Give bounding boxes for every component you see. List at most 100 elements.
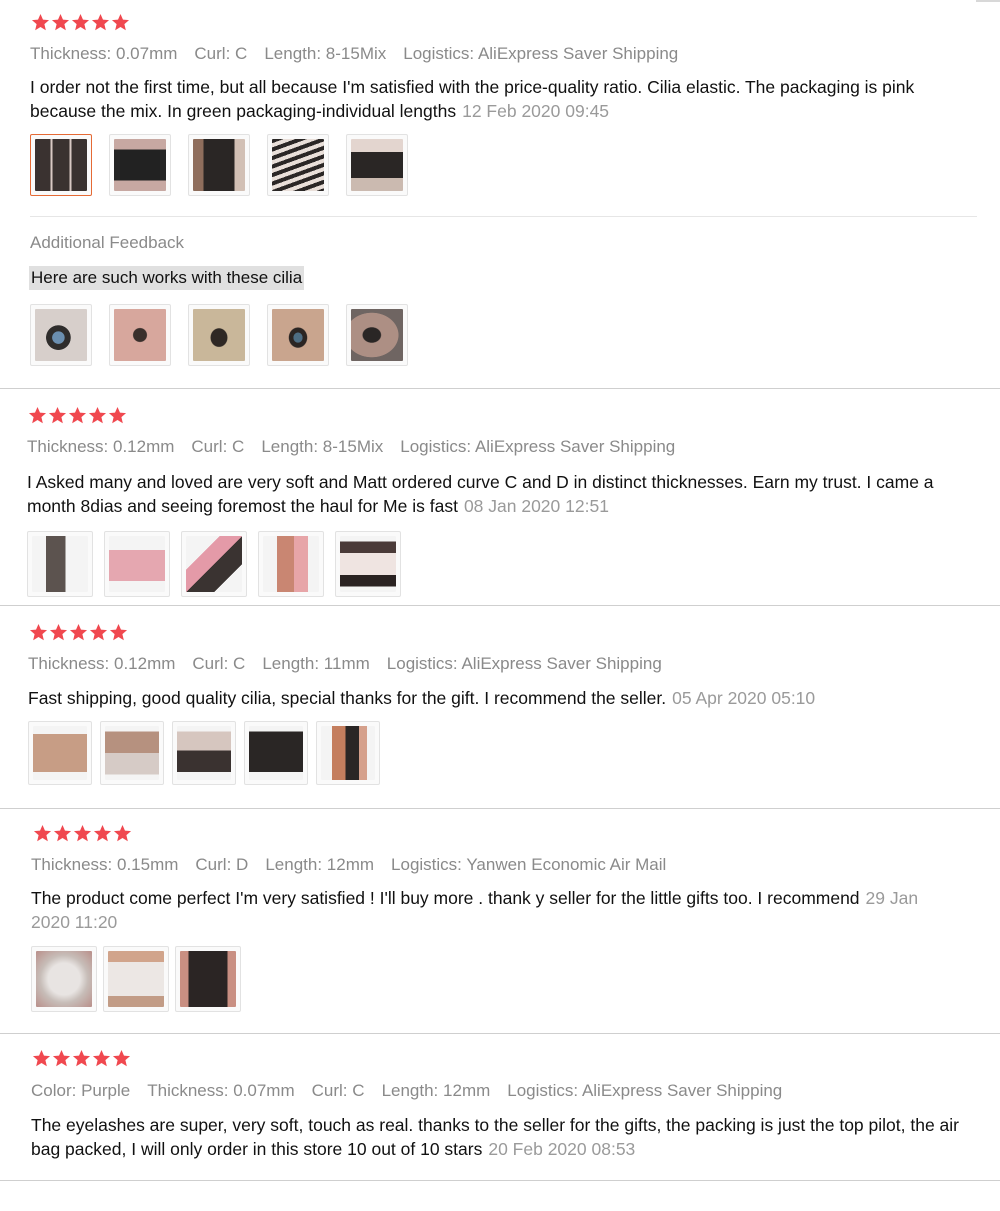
attr-length: Length: 8-15Mix [261, 437, 384, 456]
attr-thickness: Thickness: 0.07mm [30, 44, 178, 63]
star-icon [68, 406, 88, 426]
attr-length: Length: 11mm [262, 654, 370, 673]
attr-curl: Curl: C [192, 654, 246, 673]
star-icon [32, 1049, 52, 1069]
review-photo-thumb[interactable] [244, 721, 308, 785]
star-icon [28, 406, 48, 426]
review-photo-thumb[interactable] [103, 946, 169, 1012]
additional-photo-thumb[interactable] [109, 304, 171, 366]
attr-logistics: Logistics: Yanwen Economic Air Mail [391, 855, 667, 874]
star-icon [112, 1049, 132, 1069]
review-photo-thumb[interactable] [109, 134, 171, 196]
review-photo-thumb[interactable] [104, 531, 170, 597]
star-icon [92, 1049, 112, 1069]
review-date: 20 Feb 2020 08:53 [488, 1139, 636, 1159]
review-photo-thumb[interactable] [100, 721, 164, 785]
review-photo-thumb[interactable] [346, 134, 408, 196]
review-attributes: Thickness: 0.12mm Curl: C Length: 8-15Mi… [27, 437, 692, 457]
review-photos [31, 946, 247, 1012]
star-icon [69, 623, 89, 643]
star-icon [49, 623, 69, 643]
attr-curl: Curl: C [194, 44, 248, 63]
attr-thickness: Thickness: 0.12mm [27, 437, 175, 456]
attr-length: Length: 12mm [381, 1081, 491, 1100]
review-photo-thumb[interactable] [188, 134, 250, 196]
star-icon [72, 1049, 92, 1069]
additional-photos [30, 304, 425, 366]
star-icon [53, 824, 73, 844]
rating-stars [33, 824, 133, 844]
attr-thickness: Thickness: 0.07mm [147, 1081, 295, 1100]
review-date: 12 Feb 2020 09:45 [462, 101, 610, 121]
rating-stars [31, 13, 131, 33]
review-photos [28, 721, 388, 785]
attr-length: Length: 8-15Mix [264, 44, 387, 63]
rating-stars [28, 406, 128, 426]
attr-logistics: Logistics: AliExpress Saver Shipping [403, 44, 679, 63]
additional-feedback-title: Additional Feedback [30, 233, 185, 252]
additional-photo-thumb[interactable] [267, 304, 329, 366]
star-icon [73, 824, 93, 844]
star-icon [93, 824, 113, 844]
additional-feedback-text: Here are such works with these cilia [29, 266, 305, 290]
attr-thickness: Thickness: 0.12mm [28, 654, 176, 673]
scrollbar-mark[interactable] [976, 0, 1000, 2]
review-text: I Asked many and loved are very soft and… [27, 472, 934, 516]
attr-curl: Curl: C [311, 1081, 365, 1100]
star-icon [33, 824, 53, 844]
review-separator [0, 388, 1000, 389]
review-text: Fast shipping, good quality cilia, speci… [28, 688, 816, 708]
rating-stars [32, 1049, 132, 1069]
star-icon [29, 623, 49, 643]
star-icon [89, 623, 109, 643]
review-text: The product come perfect I'm very satisf… [31, 888, 919, 932]
star-icon [31, 13, 51, 33]
review-date: 05 Apr 2020 05:10 [672, 688, 816, 708]
review-separator [0, 808, 1000, 809]
additional-photo-thumb[interactable] [188, 304, 250, 366]
review-photo-thumb[interactable] [181, 531, 247, 597]
star-icon [71, 13, 91, 33]
review-photos [30, 134, 425, 196]
review-photo-thumb[interactable] [27, 531, 93, 597]
review-photo-thumb[interactable] [335, 531, 401, 597]
review-photo-thumb[interactable] [175, 946, 241, 1012]
review-photo-thumb[interactable] [28, 721, 92, 785]
review-photo-thumb[interactable] [267, 134, 329, 196]
attr-color: Color: Purple [31, 1081, 131, 1100]
attr-length: Length: 12mm [265, 855, 375, 874]
review-date: 08 Jan 2020 12:51 [463, 496, 609, 516]
review-attributes: Color: Purple Thickness: 0.07mm Curl: C … [31, 1081, 799, 1101]
review-attributes: Thickness: 0.07mm Curl: C Length: 8-15Mi… [30, 44, 695, 64]
review-photo-thumb[interactable] [316, 721, 380, 785]
star-icon [52, 1049, 72, 1069]
review-photo-thumb[interactable] [172, 721, 236, 785]
attr-logistics: Logistics: AliExpress Saver Shipping [507, 1081, 783, 1100]
review-separator [0, 1033, 1000, 1034]
attr-logistics: Logistics: AliExpress Saver Shipping [386, 654, 662, 673]
review-attributes: Thickness: 0.12mm Curl: C Length: 11mm L… [28, 654, 679, 674]
star-icon [113, 824, 133, 844]
review-photo-thumb[interactable] [30, 134, 92, 196]
star-icon [109, 623, 129, 643]
review-text: The eyelashes are super, very soft, touc… [31, 1115, 959, 1159]
star-icon [88, 406, 108, 426]
attr-curl: Curl: D [195, 855, 249, 874]
star-icon [48, 406, 68, 426]
additional-photo-thumb[interactable] [30, 304, 92, 366]
star-icon [108, 406, 128, 426]
star-icon [51, 13, 71, 33]
attr-thickness: Thickness: 0.15mm [31, 855, 179, 874]
attr-logistics: Logistics: AliExpress Saver Shipping [400, 437, 676, 456]
star-icon [91, 13, 111, 33]
review-photos [27, 531, 412, 597]
additional-photo-thumb[interactable] [346, 304, 408, 366]
review-separator [0, 605, 1000, 606]
review-photo-thumb[interactable] [31, 946, 97, 1012]
review-attributes: Thickness: 0.15mm Curl: D Length: 12mm L… [31, 855, 683, 875]
review-separator [0, 1180, 1000, 1181]
review-photo-thumb[interactable] [258, 531, 324, 597]
rating-stars [29, 623, 129, 643]
star-icon [111, 13, 131, 33]
review-text: I order not the first time, but all beca… [30, 77, 915, 121]
